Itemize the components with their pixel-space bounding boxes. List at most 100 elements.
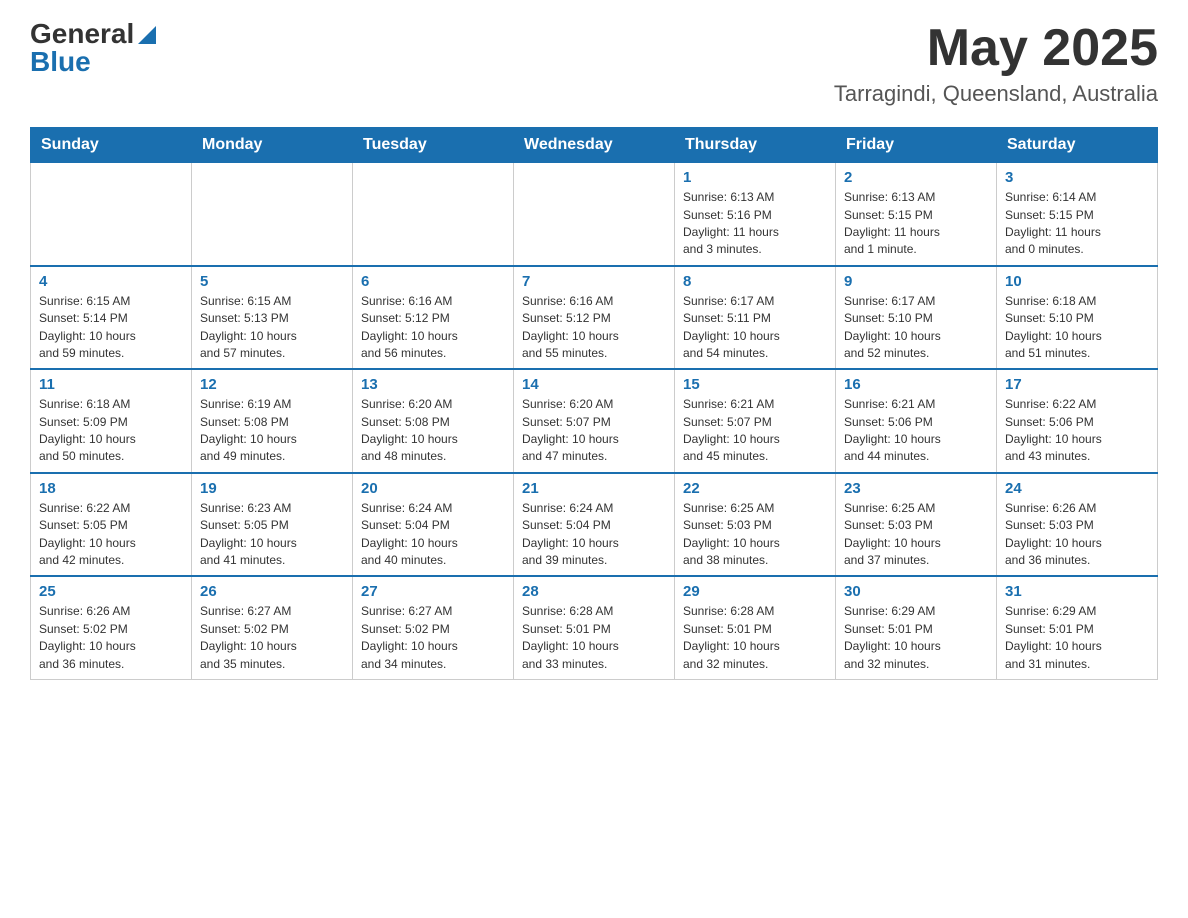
calendar-header-sunday: Sunday xyxy=(31,128,192,163)
day-number: 8 xyxy=(683,273,827,290)
calendar-header-row: SundayMondayTuesdayWednesdayThursdayFrid… xyxy=(31,128,1158,163)
day-info: Sunrise: 6:24 AM Sunset: 5:04 PM Dayligh… xyxy=(522,500,666,570)
day-number: 3 xyxy=(1005,169,1149,186)
day-number: 10 xyxy=(1005,273,1149,290)
calendar-cell: 19Sunrise: 6:23 AM Sunset: 5:05 PM Dayli… xyxy=(192,473,353,577)
day-info: Sunrise: 6:19 AM Sunset: 5:08 PM Dayligh… xyxy=(200,396,344,466)
day-number: 19 xyxy=(200,480,344,497)
day-number: 26 xyxy=(200,583,344,600)
calendar-cell: 30 Sunrise: 6:29 AM Sunset: 5:01 PM Dayli… xyxy=(836,576,997,679)
calendar-cell: 17Sunrise: 6:22 AM Sunset: 5:06 PM Dayli… xyxy=(997,369,1158,473)
calendar-week-row: 4 Sunrise: 6:15 AM Sunset: 5:14 PM Daylig… xyxy=(31,266,1158,370)
day-number: 29 xyxy=(683,583,827,600)
day-number: 1 xyxy=(683,169,827,186)
day-info: Sunrise: 6:27 AM Sunset: 5:02 PM Dayligh… xyxy=(200,603,344,673)
day-info: Sunrise: 6:29 AM Sunset: 5:01 PM Dayligh… xyxy=(1005,603,1149,673)
day-number: 22 xyxy=(683,480,827,497)
day-number: 27 xyxy=(361,583,505,600)
calendar-cell: 25 Sunrise: 6:26 AM Sunset: 5:02 PM Dayli… xyxy=(31,576,192,679)
calendar-cell: 18 Sunrise: 6:22 AM Sunset: 5:05 PM Dayli… xyxy=(31,473,192,577)
calendar-cell: 16 Sunrise: 6:21 AM Sunset: 5:06 PM Dayli… xyxy=(836,369,997,473)
logo-general: General xyxy=(30,20,134,48)
calendar-header-tuesday: Tuesday xyxy=(353,128,514,163)
calendar-cell: 6Sunrise: 6:16 AM Sunset: 5:12 PM Daylig… xyxy=(353,266,514,370)
day-info: Sunrise: 6:25 AM Sunset: 5:03 PM Dayligh… xyxy=(683,500,827,570)
calendar-cell: 9Sunrise: 6:17 AM Sunset: 5:10 PM Daylig… xyxy=(836,266,997,370)
calendar-cell: 10Sunrise: 6:18 AM Sunset: 5:10 PM Dayli… xyxy=(997,266,1158,370)
month-year-title: May 2025 xyxy=(834,20,1158,77)
day-info: Sunrise: 6:17 AM Sunset: 5:10 PM Dayligh… xyxy=(844,293,988,363)
day-number: 24 xyxy=(1005,480,1149,497)
location-subtitle: Tarragindi, Queensland, Australia xyxy=(834,81,1158,107)
calendar-cell: 15 Sunrise: 6:21 AM Sunset: 5:07 PM Dayli… xyxy=(675,369,836,473)
calendar-cell: 28Sunrise: 6:28 AM Sunset: 5:01 PM Dayli… xyxy=(514,576,675,679)
calendar-cell: 27 Sunrise: 6:27 AM Sunset: 5:02 PM Dayli… xyxy=(353,576,514,679)
calendar-cell: 5Sunrise: 6:15 AM Sunset: 5:13 PM Daylig… xyxy=(192,266,353,370)
calendar-cell xyxy=(31,163,192,266)
day-info: Sunrise: 6:13 AM Sunset: 5:16 PM Dayligh… xyxy=(683,189,827,259)
day-number: 25 xyxy=(39,583,183,600)
day-info: Sunrise: 6:14 AM Sunset: 5:15 PM Dayligh… xyxy=(1005,189,1149,259)
day-number: 21 xyxy=(522,480,666,497)
day-info: Sunrise: 6:13 AM Sunset: 5:15 PM Dayligh… xyxy=(844,189,988,259)
calendar-cell: 24 Sunrise: 6:26 AM Sunset: 5:03 PM Dayli… xyxy=(997,473,1158,577)
day-number: 30 xyxy=(844,583,988,600)
day-number: 23 xyxy=(844,480,988,497)
day-info: Sunrise: 6:15 AM Sunset: 5:14 PM Dayligh… xyxy=(39,293,183,363)
day-number: 6 xyxy=(361,273,505,290)
calendar-cell: 21 Sunrise: 6:24 AM Sunset: 5:04 PM Dayli… xyxy=(514,473,675,577)
day-number: 15 xyxy=(683,376,827,393)
calendar-cell xyxy=(514,163,675,266)
title-section: May 2025 Tarragindi, Queensland, Austral… xyxy=(834,20,1158,107)
day-number: 2 xyxy=(844,169,988,186)
day-info: Sunrise: 6:28 AM Sunset: 5:01 PM Dayligh… xyxy=(522,603,666,673)
day-info: Sunrise: 6:17 AM Sunset: 5:11 PM Dayligh… xyxy=(683,293,827,363)
calendar-cell: 26 Sunrise: 6:27 AM Sunset: 5:02 PM Dayli… xyxy=(192,576,353,679)
day-info: Sunrise: 6:18 AM Sunset: 5:09 PM Dayligh… xyxy=(39,396,183,466)
day-info: Sunrise: 6:20 AM Sunset: 5:07 PM Dayligh… xyxy=(522,396,666,466)
calendar-cell: 14 Sunrise: 6:20 AM Sunset: 5:07 PM Dayli… xyxy=(514,369,675,473)
calendar-cell xyxy=(192,163,353,266)
calendar-cell: 2 Sunrise: 6:13 AM Sunset: 5:15 PM Daylig… xyxy=(836,163,997,266)
calendar-cell: 23 Sunrise: 6:25 AM Sunset: 5:03 PM Dayli… xyxy=(836,473,997,577)
calendar-header-saturday: Saturday xyxy=(997,128,1158,163)
calendar-cell: 20Sunrise: 6:24 AM Sunset: 5:04 PM Dayli… xyxy=(353,473,514,577)
day-info: Sunrise: 6:21 AM Sunset: 5:06 PM Dayligh… xyxy=(844,396,988,466)
calendar-header-monday: Monday xyxy=(192,128,353,163)
day-number: 18 xyxy=(39,480,183,497)
calendar-cell: 4 Sunrise: 6:15 AM Sunset: 5:14 PM Daylig… xyxy=(31,266,192,370)
day-number: 12 xyxy=(200,376,344,393)
day-number: 16 xyxy=(844,376,988,393)
day-info: Sunrise: 6:26 AM Sunset: 5:03 PM Dayligh… xyxy=(1005,500,1149,570)
calendar-cell: 22 Sunrise: 6:25 AM Sunset: 5:03 PM Dayli… xyxy=(675,473,836,577)
day-info: Sunrise: 6:26 AM Sunset: 5:02 PM Dayligh… xyxy=(39,603,183,673)
calendar-cell: 12 Sunrise: 6:19 AM Sunset: 5:08 PM Dayli… xyxy=(192,369,353,473)
logo: General Blue xyxy=(30,20,156,76)
day-info: Sunrise: 6:21 AM Sunset: 5:07 PM Dayligh… xyxy=(683,396,827,466)
calendar-cell xyxy=(353,163,514,266)
calendar-cell: 3 Sunrise: 6:14 AM Sunset: 5:15 PM Daylig… xyxy=(997,163,1158,266)
day-number: 13 xyxy=(361,376,505,393)
day-number: 4 xyxy=(39,273,183,290)
calendar-table: SundayMondayTuesdayWednesdayThursdayFrid… xyxy=(30,127,1158,680)
day-info: Sunrise: 6:16 AM Sunset: 5:12 PM Dayligh… xyxy=(522,293,666,363)
day-info: Sunrise: 6:25 AM Sunset: 5:03 PM Dayligh… xyxy=(844,500,988,570)
day-number: 11 xyxy=(39,376,183,393)
day-info: Sunrise: 6:24 AM Sunset: 5:04 PM Dayligh… xyxy=(361,500,505,570)
calendar-week-row: 1 Sunrise: 6:13 AM Sunset: 5:16 PM Daylig… xyxy=(31,163,1158,266)
logo-triangle-icon xyxy=(138,26,156,44)
calendar-week-row: 11 Sunrise: 6:18 AM Sunset: 5:09 PM Dayli… xyxy=(31,369,1158,473)
calendar-cell: 1 Sunrise: 6:13 AM Sunset: 5:16 PM Daylig… xyxy=(675,163,836,266)
day-info: Sunrise: 6:22 AM Sunset: 5:05 PM Dayligh… xyxy=(39,500,183,570)
calendar-header-friday: Friday xyxy=(836,128,997,163)
day-number: 31 xyxy=(1005,583,1149,600)
day-info: Sunrise: 6:29 AM Sunset: 5:01 PM Dayligh… xyxy=(844,603,988,673)
day-number: 5 xyxy=(200,273,344,290)
calendar-header-thursday: Thursday xyxy=(675,128,836,163)
calendar-cell: 7Sunrise: 6:16 AM Sunset: 5:12 PM Daylig… xyxy=(514,266,675,370)
calendar-cell: 11 Sunrise: 6:18 AM Sunset: 5:09 PM Dayli… xyxy=(31,369,192,473)
calendar-week-row: 18 Sunrise: 6:22 AM Sunset: 5:05 PM Dayli… xyxy=(31,473,1158,577)
day-info: Sunrise: 6:27 AM Sunset: 5:02 PM Dayligh… xyxy=(361,603,505,673)
day-info: Sunrise: 6:28 AM Sunset: 5:01 PM Dayligh… xyxy=(683,603,827,673)
day-number: 14 xyxy=(522,376,666,393)
